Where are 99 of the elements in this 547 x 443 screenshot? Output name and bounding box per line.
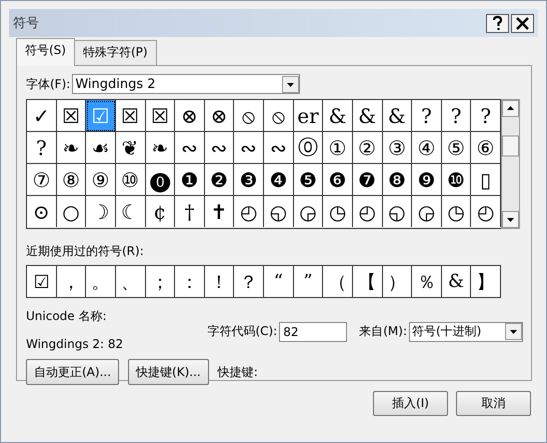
dialog-button[interactable]: 取消 (456, 391, 531, 416)
symbol-cell[interactable]: ❽ (382, 164, 412, 196)
symbol-cell[interactable]: ? (442, 100, 472, 132)
recent-symbol-cell[interactable]: ” (294, 266, 324, 297)
symbol-cell[interactable]: ⑦ (27, 164, 57, 196)
symbol-cell[interactable]: ❾ (412, 164, 442, 196)
symbol-cell[interactable]: ◶ (294, 196, 324, 227)
recent-symbol-cell[interactable]: ， (56, 266, 86, 297)
font-dropdown[interactable]: Wingdings 2 (72, 74, 300, 94)
symbol-cell[interactable]: ⑤ (442, 132, 472, 164)
symbol-cell[interactable]: ◵ (382, 196, 412, 227)
tab[interactable]: 特殊字符(P) (74, 40, 157, 65)
symbol-cell[interactable]: ⦸ (264, 100, 294, 132)
symbol-cell[interactable]: ◴ (234, 196, 264, 227)
symbol-cell[interactable]: ☒ (116, 100, 146, 132)
symbol-cell[interactable]: ⊙ (27, 196, 57, 227)
symbol-cell[interactable]: ⑩ (116, 164, 146, 196)
symbol-cell[interactable]: ◵ (264, 196, 294, 227)
recent-symbol-cell[interactable]: ☑ (27, 266, 57, 297)
symbol-cell[interactable]: ∾ (234, 132, 264, 164)
symbol-cell[interactable]: ④ (412, 132, 442, 164)
symbol-cell[interactable]: & (352, 100, 382, 132)
window-title: 符号 (13, 15, 39, 32)
symbol-cell[interactable]: ? (27, 132, 57, 164)
symbol-cell[interactable]: ❶ (175, 164, 205, 196)
dialog-button[interactable]: 自动更正(A)... (26, 359, 120, 385)
recent-symbol-cell[interactable]: ！ (204, 266, 234, 297)
symbol-cell[interactable]: ❼ (352, 164, 382, 196)
symbol-cell[interactable]: ☒ (146, 100, 176, 132)
symbol-cell[interactable]: & (323, 100, 353, 132)
symbol-cell[interactable]: ❷ (204, 164, 234, 196)
shortcut-label: 快捷键: (218, 364, 258, 380)
recent-symbol-cell[interactable]: ％ (412, 266, 442, 297)
symbol-cell[interactable]: ❺ (294, 164, 324, 196)
symbol-cell[interactable]: ☾ (116, 196, 146, 227)
symbol-cell[interactable]: ❻ (323, 164, 353, 196)
symbol-cell[interactable]: ⑧ (56, 164, 86, 196)
symbol-cell[interactable]: ✝ (204, 196, 234, 227)
close-icon[interactable] (511, 14, 534, 32)
symbol-cell[interactable]: ◷ (442, 196, 472, 227)
symbol-cell[interactable]: ③ (382, 132, 412, 164)
dialog-button[interactable]: 快捷键(K)... (128, 359, 209, 385)
scrollbar[interactable] (501, 99, 520, 229)
symbol-cell[interactable]: ∾ (175, 132, 205, 164)
symbol-cell[interactable]: ☽ (86, 196, 116, 227)
symbol-cell[interactable]: ⦸ (234, 100, 264, 132)
symbol-cell[interactable]: ◴ (352, 196, 382, 227)
symbol-cell[interactable]: ⓪ (294, 132, 324, 164)
symbol-cell[interactable]: ❹ (264, 164, 294, 196)
symbol-cell[interactable]: ∾ (264, 132, 294, 164)
symbol-cell[interactable]: ✓ (27, 100, 57, 132)
unicode-name-label: Unicode 名称: (26, 308, 108, 325)
tab[interactable]: 符号(S) (16, 38, 75, 66)
from-label: 来自(M): (359, 323, 407, 340)
symbol-cell[interactable]: ❧ (146, 132, 176, 164)
symbol-cell[interactable]: er (294, 100, 324, 132)
symbol-cell[interactable]: ② (352, 132, 382, 164)
symbol-cell[interactable]: ○ (56, 196, 86, 227)
recent-symbol-cell[interactable]: ） (382, 266, 412, 297)
symbol-cell[interactable]: † (175, 196, 205, 227)
from-dropdown[interactable]: 符号(十进制) (409, 322, 523, 342)
recent-symbol-cell[interactable]: & (442, 266, 472, 297)
symbol-cell[interactable]: ◴ (471, 196, 501, 227)
symbol-cell[interactable]: ▯ (471, 164, 501, 196)
recent-symbol-cell[interactable]: ？ (234, 266, 264, 297)
recent-symbol-cell[interactable]: ： (175, 266, 205, 297)
symbol-cell[interactable]: ⊗ (175, 100, 205, 132)
symbol-cell[interactable]: ☙ (86, 132, 116, 164)
recent-symbol-cell[interactable]: 】 (471, 266, 501, 297)
symbol-cell[interactable]: ❿ (442, 164, 472, 196)
symbol-cell[interactable]: ◶ (412, 196, 442, 227)
symbol-cell[interactable]: & (382, 100, 412, 132)
symbol-cell[interactable]: ◷ (323, 196, 353, 227)
symbol-cell[interactable]: ⑨ (86, 164, 116, 196)
symbol-cell[interactable]: ❧ (56, 132, 86, 164)
symbol-cell[interactable]: ⓿ (146, 164, 176, 196)
symbol-cell[interactable]: ? (471, 100, 501, 132)
symbol-cell[interactable]: ⊗ (204, 100, 234, 132)
help-icon[interactable] (486, 14, 509, 32)
recent-symbol-cell[interactable]: （ (323, 266, 353, 297)
recent-symbol-cell[interactable]: 【 (352, 266, 382, 297)
recent-symbol-cell[interactable]: 。 (86, 266, 116, 297)
symbol-cell[interactable]: ¢ (146, 196, 176, 227)
symbol-cell[interactable]: ❦ (116, 132, 146, 164)
symbol-cell[interactable]: ① (323, 132, 353, 164)
recent-symbol-cell[interactable]: 、 (116, 266, 146, 297)
recent-symbols-label: 近期使用过的符号(R): (26, 243, 145, 260)
recent-symbol-cell[interactable]: “ (264, 266, 294, 297)
symbol-cell[interactable]: ❸ (234, 164, 264, 196)
char-code-field[interactable]: 82 (279, 322, 348, 342)
unicode-name-value: Wingdings 2: 82 (26, 337, 124, 351)
symbol-cell[interactable]: ⑥ (471, 132, 501, 164)
symbol-cell[interactable]: ∾ (204, 132, 234, 164)
symbol-cell[interactable]: ☒ (56, 100, 86, 132)
char-code-label: 字符代码(C): (207, 323, 278, 340)
dialog-button[interactable]: 插入(I) (373, 391, 448, 416)
symbol-cell[interactable]: ? (412, 100, 442, 132)
recent-symbol-cell[interactable]: ； (146, 266, 176, 297)
font-label: 字体(F): (26, 76, 70, 92)
